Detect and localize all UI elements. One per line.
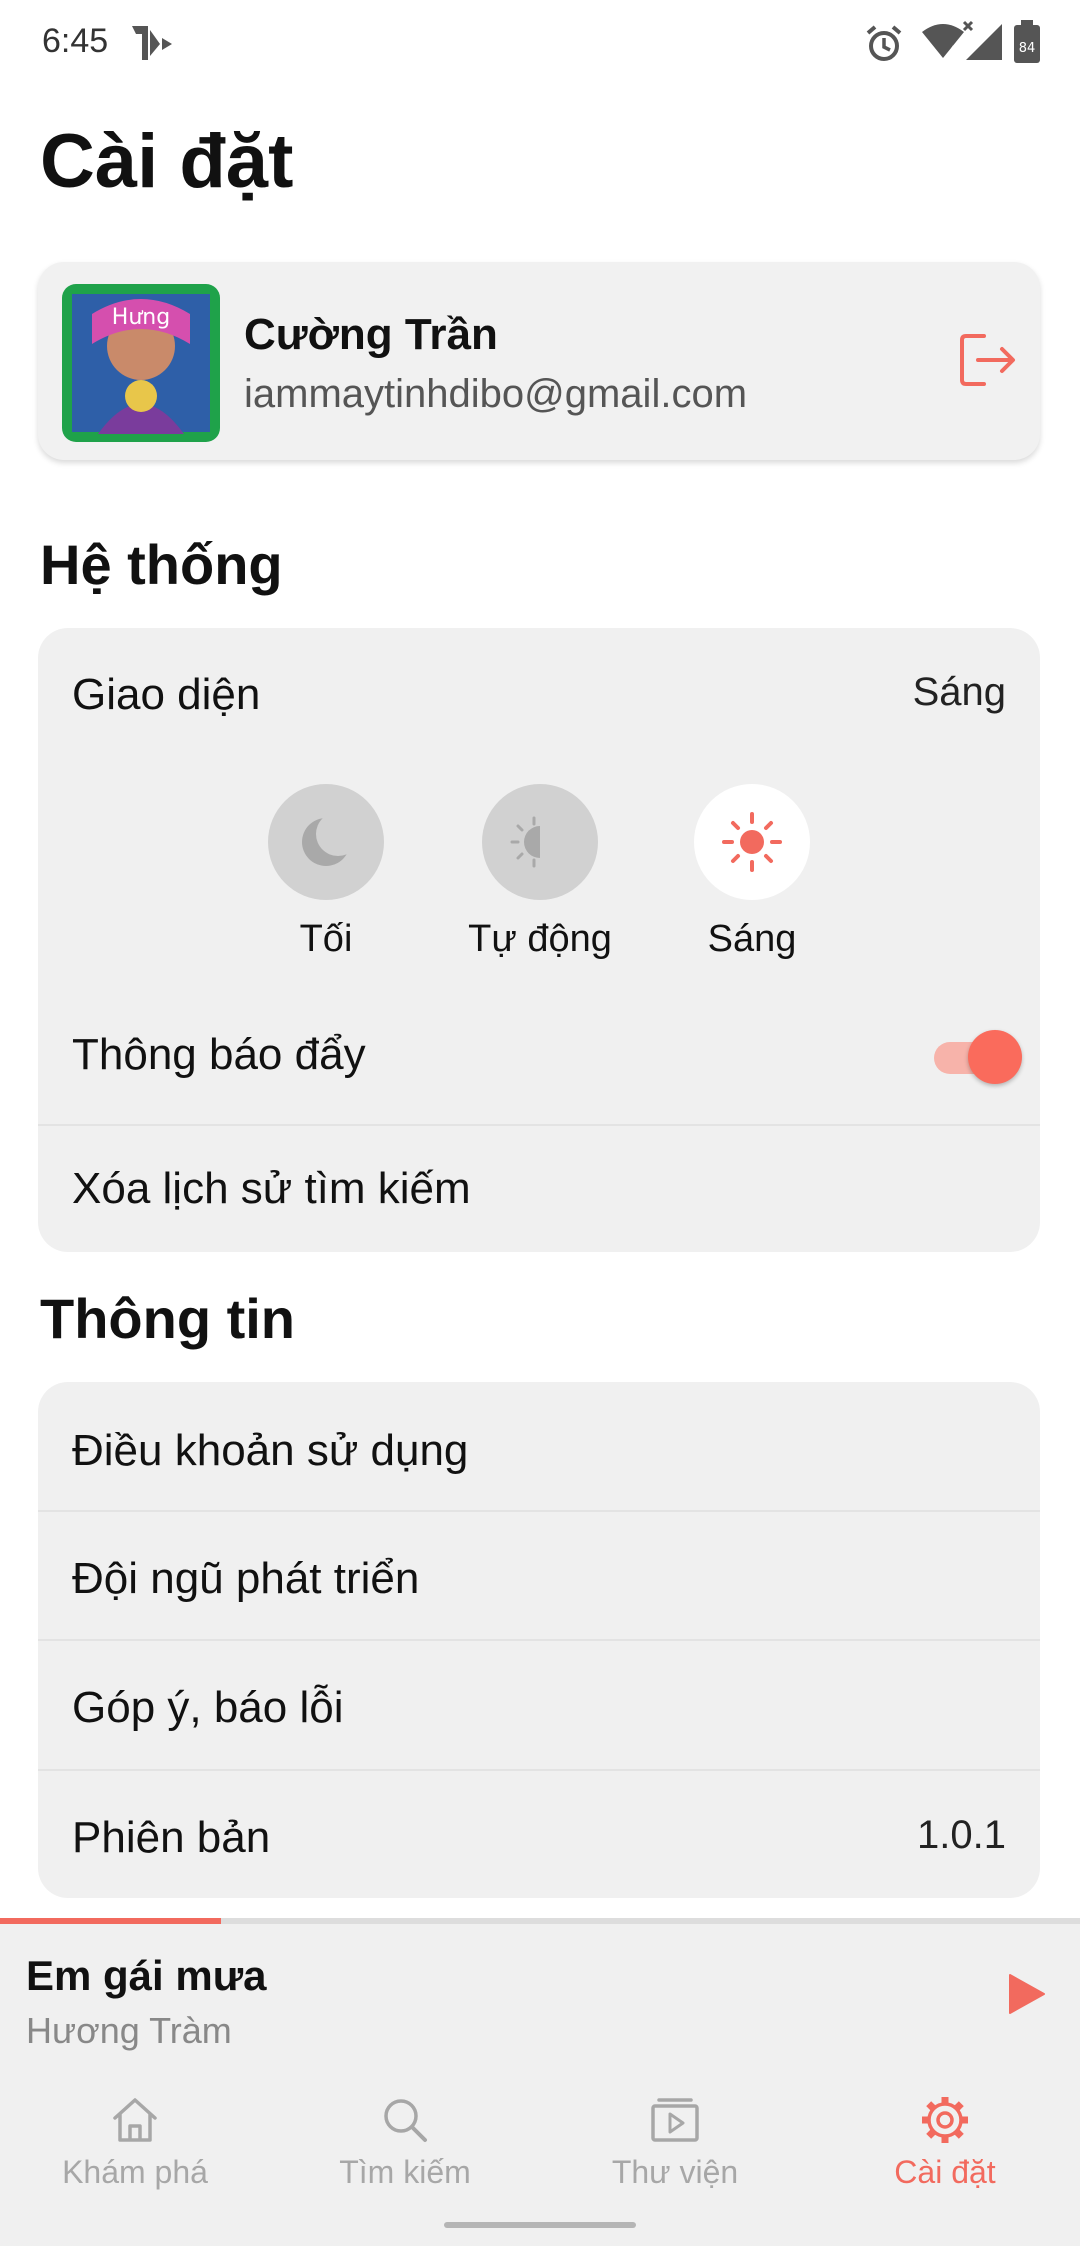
nav-item-library[interactable]: Thư viện — [540, 2094, 810, 2191]
nav-item-settings[interactable]: Cài đặt — [810, 2094, 1080, 2191]
theme-option-auto[interactable]: Tự động — [440, 784, 640, 961]
bottom-navigation: Khám phá Tìm kiếm Thư viện Cài đặt — [0, 2058, 1080, 2246]
appearance-value: Sáng — [912, 670, 1006, 714]
terms-of-use-row[interactable]: Điều khoản sử dụng — [38, 1382, 1040, 1510]
page-title: Cài đặt — [40, 119, 294, 204]
profile-name: Cường Trần — [244, 310, 498, 359]
logout-button[interactable] — [956, 328, 1020, 392]
appearance-row: Giao diện Sáng — [38, 628, 1040, 760]
svg-text:Hưng: Hưng — [112, 305, 170, 330]
network-type-label: 4 — [948, 44, 957, 60]
push-notifications-toggle[interactable] — [934, 1026, 1022, 1086]
status-bar: 6:45 4 84 — [0, 0, 1080, 90]
wifi-icon: 4 — [920, 22, 966, 67]
song-title: Em gái mưa — [26, 1952, 267, 1999]
app-notification-icon — [128, 20, 176, 71]
feedback-row[interactable]: Góp ý, báo lỗi — [38, 1641, 1040, 1767]
clear-search-history-row[interactable]: Xóa lịch sử tìm kiếm — [38, 1126, 1040, 1252]
theme-option-light[interactable]: Sáng — [652, 784, 852, 961]
terms-of-use-label: Điều khoản sử dụng — [72, 1426, 469, 1475]
playback-progress-bar[interactable] — [0, 1918, 1080, 1924]
sun-icon — [694, 784, 810, 900]
nav-item-search[interactable]: Tìm kiếm — [270, 2094, 540, 2191]
play-button[interactable] — [1004, 1972, 1048, 2016]
theme-option-label: Tối — [299, 918, 353, 960]
nav-label: Thư viện — [611, 2154, 739, 2190]
info-settings-group: Điều khoản sử dụng Đội ngũ phát triển Gó… — [38, 1382, 1040, 1898]
avatar: Hưng — [62, 284, 220, 442]
profile-email: iammaytinhdibo@gmail.com — [244, 372, 748, 416]
version-value: 1.0.1 — [917, 1813, 1006, 1857]
system-settings-group: Giao diện Sáng Tối Tự động Sáng Thông bá… — [38, 628, 1040, 1252]
gear-icon — [919, 2094, 971, 2146]
nav-label: Tìm kiếm — [339, 2154, 471, 2190]
version-label: Phiên bản — [72, 1813, 271, 1862]
play-icon — [1009, 1974, 1045, 2014]
nav-label: Khám phá — [62, 2154, 208, 2190]
push-notifications-label: Thông báo đẩy — [72, 1030, 366, 1079]
signal-icon — [962, 20, 1004, 67]
nav-item-explore[interactable]: Khám phá — [0, 2094, 270, 2191]
push-notifications-row[interactable]: Thông báo đẩy — [38, 988, 1040, 1122]
appearance-label: Giao diện — [72, 670, 261, 719]
song-artist: Hương Tràm — [26, 2010, 232, 2051]
search-icon — [379, 2094, 431, 2146]
nav-label: Cài đặt — [894, 2154, 996, 2190]
feedback-label: Góp ý, báo lỗi — [72, 1683, 344, 1732]
library-icon — [649, 2094, 701, 2146]
theme-option-dark[interactable]: Tối — [226, 784, 426, 961]
status-time: 6:45 — [42, 22, 109, 60]
toggle-thumb — [968, 1030, 1022, 1084]
clear-search-history-label: Xóa lịch sử tìm kiếm — [72, 1164, 471, 1213]
home-indicator[interactable] — [444, 2222, 636, 2228]
battery-icon: 84 — [1012, 20, 1042, 69]
theme-option-label: Sáng — [707, 918, 797, 960]
section-title-system: Hệ thống — [40, 533, 283, 596]
dev-team-label: Đội ngũ phát triển — [72, 1554, 420, 1603]
mini-player[interactable]: Em gái mưa Hương Tràm — [0, 1918, 1080, 2058]
home-icon — [109, 2094, 161, 2146]
battery-level: 84 — [1019, 41, 1036, 56]
alarm-icon — [864, 24, 904, 69]
logout-icon — [960, 334, 1015, 386]
auto-theme-icon — [482, 784, 598, 900]
section-title-info: Thông tin — [40, 1287, 296, 1350]
moon-icon — [268, 784, 384, 900]
theme-option-label: Tự động — [468, 918, 612, 960]
profile-card[interactable]: Hưng Cường Trần iammaytinhdibo@gmail.com — [38, 262, 1040, 460]
dev-team-row[interactable]: Đội ngũ phát triển — [38, 1512, 1040, 1638]
playback-progress-fill — [0, 1918, 222, 1924]
version-row: Phiên bản 1.0.1 — [38, 1771, 1040, 1898]
